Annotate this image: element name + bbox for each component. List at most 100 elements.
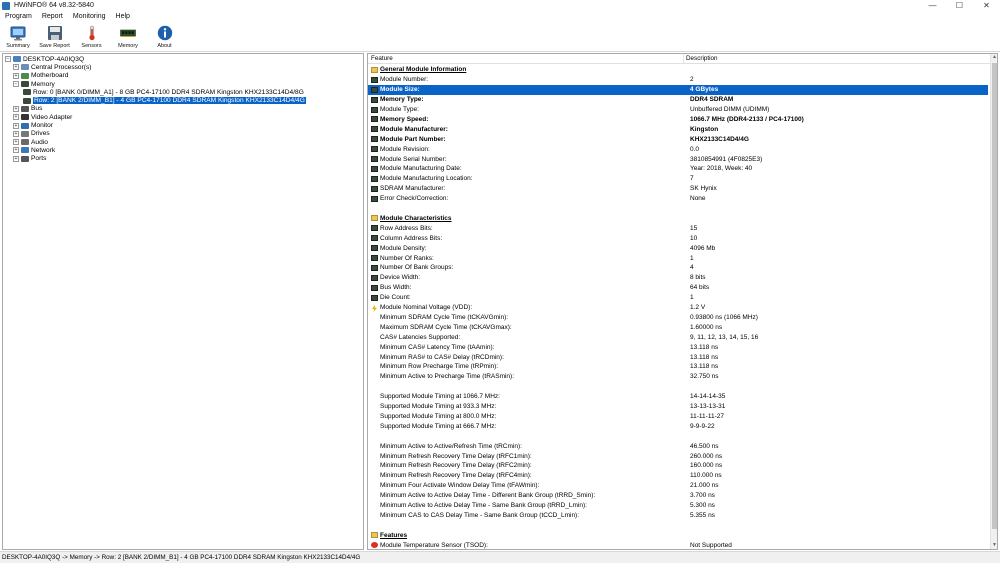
feature-cell: Number Of Bank Groups: (380, 264, 454, 272)
detail-row[interactable]: Module Part Number: KHX2133C14D4/4G (368, 134, 988, 144)
menu-report[interactable]: Report (37, 12, 68, 22)
detail-row[interactable]: Supported Module Timing at 1066.7 MHz: 14… (368, 392, 988, 402)
tree-item[interactable]: + Video Adapter (3, 113, 363, 121)
detail-row[interactable]: Minimum Active to Active/Refresh Time (t… (368, 441, 988, 451)
scroll-up-icon[interactable]: ▲ (991, 54, 997, 61)
sensors-button[interactable]: Sensors (73, 23, 110, 51)
detail-row[interactable]: Module Serial Number: 3810854991 (4F0825E… (368, 154, 988, 164)
feature-cell: Minimum CAS# Latency Time (tAAmin): (380, 343, 495, 351)
detail-row[interactable]: Minimum Active to Precharge Time (tRASmi… (368, 372, 988, 382)
feature-cell: Die Count: (380, 294, 411, 302)
tree-root[interactable]: − DESKTOP-4A0IQ3Q (3, 55, 363, 63)
tree-item[interactable]: + Ports (3, 155, 363, 163)
detail-row[interactable]: Maximum SDRAM Cycle Time (tCKAVGmax): 1.6… (368, 322, 988, 332)
detail-row[interactable]: Module Manufacturer: Kingston (368, 124, 988, 134)
expand-icon[interactable]: + (13, 139, 19, 146)
detail-row[interactable]: Minimum SDRAM Cycle Time (tCKAVGmin): 0.9… (368, 313, 988, 323)
description-column-header[interactable]: Description (684, 54, 718, 63)
tree-item[interactable]: Row: 0 [BANK 0/DIMM_A1] - 8 GB PC4-17100… (3, 88, 363, 96)
tree-item[interactable]: + Monitor (3, 121, 363, 129)
description-cell: Year: 2018, Week: 40 (690, 165, 753, 173)
scroll-thumb[interactable] (992, 63, 997, 529)
detail-row[interactable]: Supported Module Timing at 933.3 MHz: 13-… (368, 402, 988, 412)
detail-row[interactable]: Module Manufacturing Location: 7 (368, 174, 988, 184)
detail-row[interactable]: Minimum Refresh Recovery Time Delay (tRF… (368, 451, 988, 461)
detail-row[interactable]: Device Width: 8 bits (368, 273, 988, 283)
detail-row[interactable]: Minimum Refresh Recovery Time Delay (tRF… (368, 471, 988, 481)
expand-icon[interactable]: + (13, 147, 19, 154)
minimize-button[interactable]: — (919, 0, 946, 11)
detail-row[interactable]: Module Temperature Sensor (TSOD): Not Sup… (368, 540, 988, 549)
memory-chip-icon (371, 255, 378, 262)
menu-program[interactable]: Program (0, 12, 37, 22)
detail-row[interactable]: Number Of Ranks: 1 (368, 253, 988, 263)
tree-item[interactable]: Row: 2 [BANK 2/DIMM_B1] - 4 GB PC4-17100… (3, 96, 363, 105)
detail-row[interactable]: Module Density: 4096 Mb (368, 243, 988, 253)
collapse-icon[interactable]: − (5, 56, 11, 63)
tree-item[interactable]: − Memory (3, 80, 363, 88)
tree-item[interactable]: + Central Processor(s) (3, 63, 363, 71)
detail-row[interactable]: Error Check/Correction: None (368, 194, 988, 204)
tree-item[interactable]: + Bus (3, 105, 363, 113)
detail-row[interactable]: Supported Module Timing at 666.7 MHz: 9-9… (368, 421, 988, 431)
menu-help[interactable]: Help (111, 12, 135, 22)
description-cell: 7 (690, 175, 694, 183)
detail-row[interactable]: Minimum Row Precharge Time (tRPmin): 13.1… (368, 362, 988, 372)
detail-row[interactable]: Module Number: 2 (368, 75, 988, 85)
vertical-scrollbar[interactable]: ▲ ▼ (990, 54, 997, 549)
detail-row[interactable]: Minimum Active to Active Delay Time - Sa… (368, 501, 988, 511)
detail-row[interactable]: Minimum Active to Active Delay Time - Di… (368, 491, 988, 501)
memory-chip-icon (371, 185, 378, 192)
feature-cell: Module Nominal Voltage (VDD): (380, 304, 473, 312)
detail-row[interactable]: Memory Type: DDR4 SDRAM (368, 95, 988, 105)
expand-icon[interactable]: + (13, 64, 19, 71)
feature-cell: Minimum Active to Active Delay Time - Di… (380, 492, 596, 500)
menu-monitoring[interactable]: Monitoring (68, 12, 111, 22)
detail-row[interactable]: Minimum RAS# to CAS# Delay (tRCDmin): 13.… (368, 352, 988, 362)
detail-row[interactable]: SDRAM Manufacturer: SK Hynix (368, 184, 988, 194)
detail-row[interactable]: Number Of Bank Groups: 4 (368, 263, 988, 273)
tree-item[interactable]: + Network (3, 146, 363, 154)
collapse-icon[interactable]: − (13, 81, 19, 88)
device-tree[interactable]: − DESKTOP-4A0IQ3Q + Central Processor(s) + Mo… (2, 53, 364, 550)
detail-row[interactable]: Minimum CAS# Latency Time (tAAmin): 13.11… (368, 342, 988, 352)
detail-row[interactable]: Module Manufacturing Date: Year: 2018, We… (368, 164, 988, 174)
close-button[interactable]: ✕ (973, 0, 1000, 11)
detail-row[interactable]: Module Revision: 0.0 (368, 144, 988, 154)
about-button[interactable]: About (146, 23, 183, 51)
maximize-button[interactable]: ☐ (946, 0, 973, 11)
detail-row[interactable]: Module Nominal Voltage (VDD): 1.2 V (368, 303, 988, 313)
detail-row[interactable]: Column Address Bits: 10 (368, 233, 988, 243)
detail-row[interactable]: Row Address Bits: 15 (368, 223, 988, 233)
expand-icon[interactable]: + (13, 155, 19, 162)
detail-row[interactable]: Minimum CAS to CAS Delay Time - Same Ban… (368, 511, 988, 521)
detail-row[interactable]: Minimum Refresh Recovery Time Delay (tRF… (368, 461, 988, 471)
expand-icon[interactable]: + (13, 72, 19, 79)
detail-row[interactable]: Bus Width: 64 bits (368, 283, 988, 293)
tree-item[interactable]: + Motherboard (3, 72, 363, 80)
detail-row[interactable]: Supported Module Timing at 800.0 MHz: 11-… (368, 412, 988, 422)
section-header[interactable]: Module Characteristics (368, 214, 988, 224)
description-cell: 1 (690, 254, 694, 262)
expand-icon[interactable]: + (13, 114, 19, 121)
tree-item[interactable]: + Drives (3, 130, 363, 138)
section-header[interactable]: General Module Information (368, 65, 988, 75)
expand-icon[interactable]: + (13, 130, 19, 137)
detail-row[interactable]: CAS# Latencies Supported: 9, 11, 12, 13, … (368, 332, 988, 342)
feature-cell: Minimum Refresh Recovery Time Delay (tRF… (380, 452, 532, 460)
section-header[interactable]: Features (368, 530, 988, 540)
detail-row[interactable]: Module Size: 4 GBytes (368, 84, 988, 95)
detail-row[interactable]: Memory Speed: 1066.7 MHz (DDR4-2133 / PC4… (368, 115, 988, 125)
memory-button[interactable]: Memory (110, 23, 146, 51)
detail-row[interactable]: Module Type: Unbuffered DIMM (UDIMM) (368, 105, 988, 115)
save-report-button[interactable]: Save Report (36, 23, 73, 51)
feature-column-header[interactable]: Feature (368, 54, 684, 63)
expand-icon[interactable]: + (13, 105, 19, 112)
details-panel[interactable]: Feature Description General Module Infor… (367, 53, 998, 550)
tree-item[interactable]: + Audio (3, 138, 363, 146)
summary-button[interactable]: Summary (0, 23, 36, 51)
scroll-down-icon[interactable]: ▼ (991, 542, 997, 549)
expand-icon[interactable]: + (13, 122, 19, 129)
detail-row[interactable]: Die Count: 1 (368, 293, 988, 303)
detail-row[interactable]: Minimum Four Activate Window Delay Time … (368, 481, 988, 491)
